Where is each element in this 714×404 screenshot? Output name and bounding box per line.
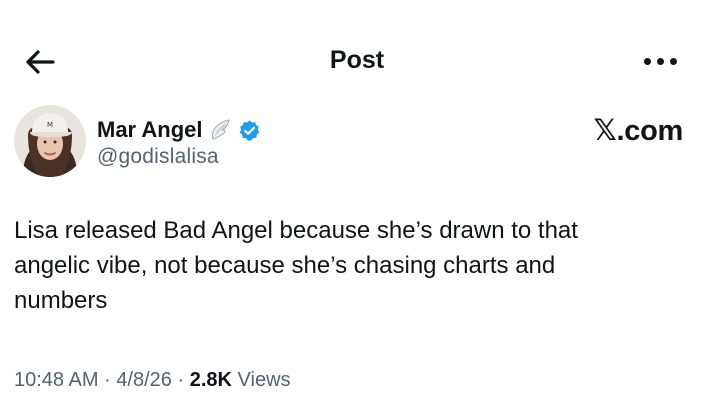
avatar[interactable]: M xyxy=(14,105,86,177)
post-text-line: numbers xyxy=(14,287,108,314)
more-horizontal-icon xyxy=(644,58,651,65)
views-label: Views xyxy=(237,369,291,391)
verified-badge-icon xyxy=(239,119,259,141)
views-count[interactable]: 2.8K xyxy=(190,369,232,391)
more-options-button[interactable] xyxy=(641,46,681,76)
post-date[interactable]: 4/8/26 xyxy=(116,369,172,391)
author-name[interactable]: Mar Angel xyxy=(97,117,203,143)
svg-text:M: M xyxy=(47,121,53,129)
post-header: Post xyxy=(0,0,714,110)
angel-wing-icon xyxy=(211,119,230,140)
author-name-row[interactable]: Mar Angel xyxy=(97,115,261,145)
meta-separator: · xyxy=(177,369,185,391)
meta-separator: · xyxy=(104,369,111,391)
post-text: Lisa released Bad Angel because she’s dr… xyxy=(14,213,694,318)
post-time[interactable]: 10:48 AM xyxy=(14,369,99,391)
page-title: Post xyxy=(329,46,385,74)
post-text-line: angelic vibe, not because she’s chasing … xyxy=(14,252,556,279)
x-watermark: 𝕏.com xyxy=(593,115,683,147)
post-meta: 10:48 AM · 4/8/26 · 2.8K Views xyxy=(14,366,291,394)
author-handle[interactable]: @godislalisa xyxy=(97,145,219,169)
post-text-line: Lisa released Bad Angel because she’s dr… xyxy=(14,217,578,244)
